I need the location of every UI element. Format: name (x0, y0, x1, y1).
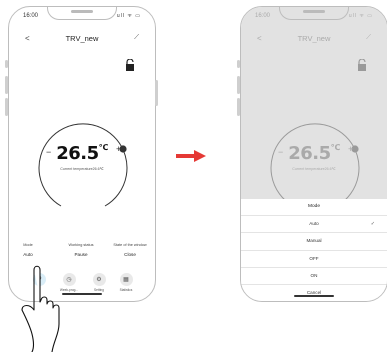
edit-button: ⟋ (366, 34, 371, 41)
working-status-info: Working status Pause (68, 243, 94, 257)
side-button (237, 76, 240, 94)
current-temperature: Current temperature26.6℃ (292, 167, 336, 171)
arrow-right-icon (176, 150, 206, 162)
page-title: TRV_new (297, 34, 331, 43)
page-title: TRV_new (65, 34, 99, 43)
phone-right: 16:00 ull ᯤ ▭ < TRV_new ⟋ − + 26.5℃ Curr… (240, 6, 387, 302)
mode-option-on[interactable]: ON (241, 268, 387, 285)
phone-notch (279, 7, 349, 20)
check-icon: ✓ (370, 221, 375, 228)
phone-notch (47, 7, 117, 20)
side-button (5, 60, 8, 68)
edit-button[interactable]: ⟋ (134, 34, 139, 42)
sheet-title: Mode (241, 199, 387, 217)
setting-button[interactable]: ⚙ Setting (85, 273, 113, 292)
phone-left: 16:00 ull ᯤ ▭ < TRV_new ⟋ − + 26.5℃ Curr… (8, 6, 156, 302)
cancel-button[interactable]: Cancel (241, 285, 387, 301)
side-button (237, 60, 240, 68)
temperature-dial[interactable] (36, 119, 130, 213)
side-button (5, 98, 8, 116)
unlock-icon[interactable] (125, 59, 135, 71)
status-time: 16:00 (255, 13, 271, 19)
window-state-info: State of the window Close (113, 243, 147, 257)
calendar-icon: ▦ (123, 277, 129, 283)
unlock-icon (358, 59, 366, 71)
status-icons: ull ᯤ ▭ (348, 13, 373, 19)
mode-option-manual[interactable]: Manual (241, 233, 387, 251)
side-button (237, 98, 240, 116)
current-temperature: Current temperature26.6℃ (60, 167, 104, 171)
status-time: 16:00 (23, 13, 39, 19)
mode-option-off[interactable]: OFF (241, 251, 387, 268)
side-button (155, 80, 158, 106)
mode-option-auto[interactable]: Auto ✓ (241, 216, 387, 234)
target-temperature: 26.5℃ (288, 143, 340, 164)
statistics-button[interactable]: ▦ Statistics (112, 273, 140, 292)
pointing-hand-icon (21, 265, 60, 352)
target-temperature: 26.5℃ (56, 143, 108, 164)
side-button (5, 76, 8, 94)
mode-info: Mode Auto (23, 243, 33, 257)
status-icons: ull ᯤ ▭ (116, 13, 141, 19)
gear-icon: ⚙ (96, 277, 102, 283)
mode-action-sheet: Mode Auto ✓ Manual OFF ON Cancel (241, 199, 387, 301)
home-indicator (294, 295, 334, 297)
